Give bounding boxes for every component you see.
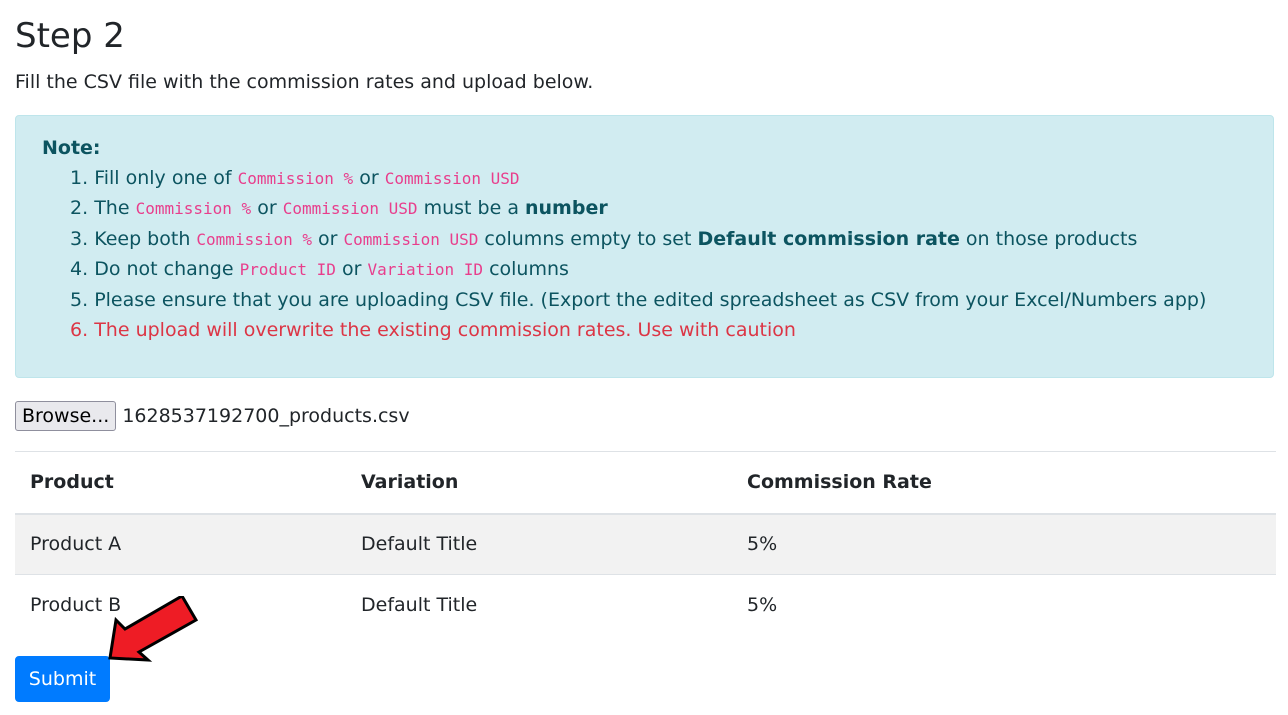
table-row: Product B Default Title 5% bbox=[15, 574, 1276, 636]
table-row: Product A Default Title 5% bbox=[15, 513, 1276, 575]
note-item: 2. The Commission % or Commission USD mu… bbox=[70, 197, 608, 220]
code-commission-usd: Commission USD bbox=[384, 169, 520, 188]
note-list: 1. Fill only one of Commission % or Comm… bbox=[70, 163, 1206, 345]
browse-button[interactable]: Browse... bbox=[15, 400, 117, 431]
cell-commission-rate: 5% bbox=[747, 594, 778, 617]
code-variation-id: Variation ID bbox=[367, 260, 484, 280]
note-item-warning: 6. The upload will overwrite the existin… bbox=[70, 318, 796, 341]
file-input: Browse... 1628537192700_products.csv bbox=[15, 400, 410, 431]
code-commission-usd: Commission USD bbox=[343, 229, 479, 249]
code-commission-percent: Commission % bbox=[196, 229, 312, 249]
page-title: Step 2 bbox=[15, 16, 125, 56]
cell-product: Product A bbox=[30, 533, 122, 556]
instruction-text: Fill the CSV file with the commission ra… bbox=[15, 71, 594, 93]
code-commission-percent: Commission % bbox=[237, 169, 354, 188]
note-item: 3. Keep both Commission % or Commission … bbox=[70, 227, 1138, 250]
selected-file-name: 1628537192700_products.csv bbox=[122, 404, 410, 427]
column-header-variation: Variation bbox=[361, 471, 459, 494]
note-alert: Note: 1. Fill only one of Commission % o… bbox=[15, 115, 1274, 378]
commission-table: Product Variation Commission Rate Produc… bbox=[15, 451, 1276, 636]
column-header-commission-rate: Commission Rate bbox=[747, 471, 932, 494]
submit-button[interactable]: Submit bbox=[15, 656, 110, 702]
note-title: Note: bbox=[42, 137, 101, 159]
code-commission-usd: Commission USD bbox=[282, 199, 418, 219]
note-item: 5. Please ensure that you are uploading … bbox=[70, 288, 1207, 311]
table-header-row: Product Variation Commission Rate bbox=[15, 451, 1276, 514]
code-commission-percent: Commission % bbox=[135, 199, 252, 219]
code-product-id: Product ID bbox=[239, 260, 336, 280]
note-item: 4. Do not change Product ID or Variation… bbox=[70, 258, 569, 281]
column-header-product: Product bbox=[30, 471, 114, 494]
cell-variation: Default Title bbox=[361, 533, 478, 556]
cell-variation: Default Title bbox=[361, 594, 478, 617]
cell-commission-rate: 5% bbox=[747, 533, 778, 556]
note-item: 1. Fill only one of Commission % or Comm… bbox=[70, 167, 520, 189]
annotation-arrow-icon bbox=[108, 596, 199, 662]
